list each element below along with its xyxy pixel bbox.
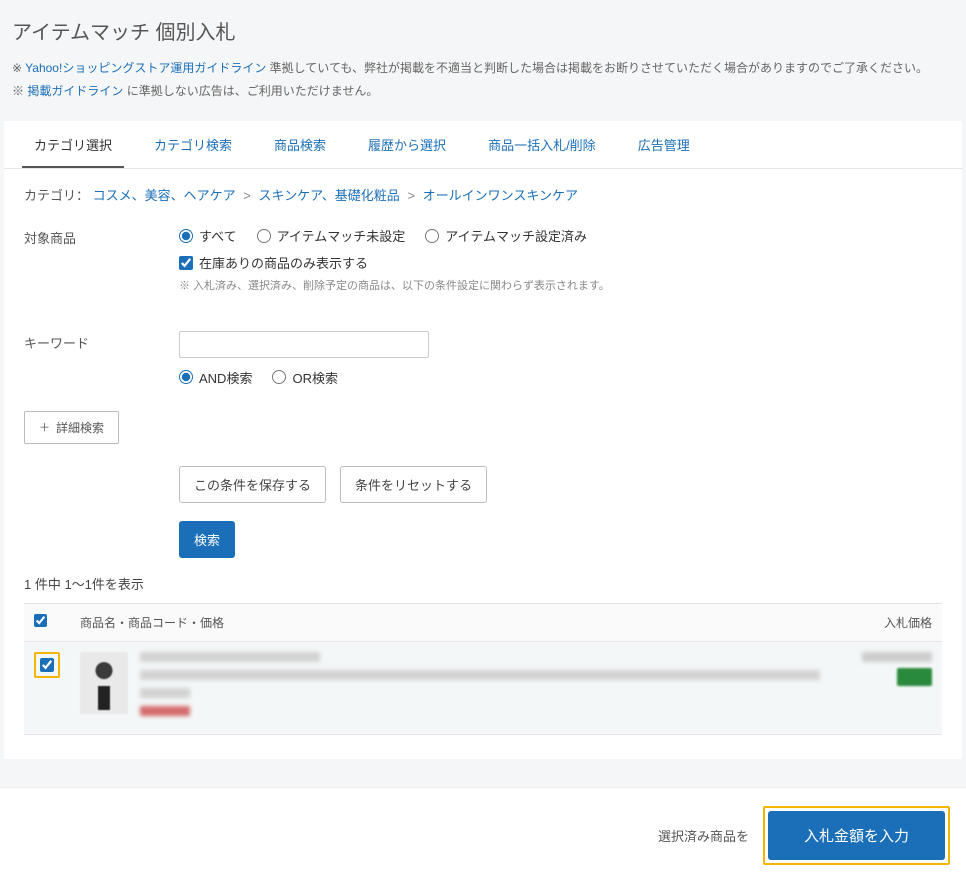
search-button[interactable]: 検索 xyxy=(179,521,235,558)
col-price-header: 入札価格 xyxy=(842,603,942,641)
blurred-text xyxy=(140,688,190,698)
radio-set[interactable]: アイテムマッチ設定済み xyxy=(425,226,587,245)
row-checkbox[interactable] xyxy=(40,658,54,672)
row-checkbox-highlight xyxy=(34,652,60,678)
checkbox-stock-only-label: 在庫ありの商品のみ表示する xyxy=(199,253,368,272)
breadcrumb-link-1[interactable]: スキンケア、基礎化粧品 xyxy=(259,188,400,203)
breadcrumb-sep: > xyxy=(407,188,415,203)
breadcrumb-sep: > xyxy=(243,188,251,203)
page-title: アイテムマッチ 個別入札 xyxy=(12,16,954,45)
breadcrumb-link-0[interactable]: コスメ、美容、ヘアケア xyxy=(93,188,236,203)
radio-unset[interactable]: アイテムマッチ未設定 xyxy=(257,226,406,245)
product-image xyxy=(80,652,128,714)
blurred-text xyxy=(140,706,190,716)
guideline-link-1[interactable]: Yahoo!ショッピングストア運用ガイドライン xyxy=(25,61,266,75)
notice-1: ※ Yahoo!ショッピングストア運用ガイドライン 準拠していても、弊社が掲載を… xyxy=(12,59,954,76)
blurred-text xyxy=(140,652,320,662)
checkbox-stock-only[interactable]: 在庫ありの商品のみ表示する xyxy=(179,253,368,272)
breadcrumb-label: カテゴリ： xyxy=(24,188,89,203)
save-condition-button[interactable]: この条件を保存する xyxy=(179,466,326,503)
breadcrumb-link-2[interactable]: オールインワンスキンケア xyxy=(423,188,578,203)
target-label: 対象商品 xyxy=(24,226,179,247)
table-row xyxy=(24,641,942,734)
tab-bulk[interactable]: 商品一括入札/削除 xyxy=(476,121,608,168)
footer-bar: 選択済み商品を 入札金額を入力 xyxy=(0,787,966,883)
plus-icon: ＋ xyxy=(39,419,50,435)
notice-suffix: に準拠しない広告は、ご利用いただけません。 xyxy=(123,84,378,98)
tab-history[interactable]: 履歴から選択 xyxy=(356,121,458,168)
guideline-link-2[interactable]: 掲載ガイドライン xyxy=(27,84,123,98)
results-table: 商品名・商品コード・価格 入札価格 xyxy=(24,603,942,735)
keyword-label: キーワード xyxy=(24,331,179,352)
keyword-input[interactable] xyxy=(179,331,429,358)
tab-category-select[interactable]: カテゴリ選択 xyxy=(22,121,124,168)
col-check-header xyxy=(24,603,70,641)
tab-bar: カテゴリ選択 カテゴリ検索 商品検索 履歴から選択 商品一括入札/削除 広告管理 xyxy=(4,121,962,169)
blurred-text xyxy=(140,670,820,680)
tab-category-search[interactable]: カテゴリ検索 xyxy=(142,121,244,168)
status-badge xyxy=(897,668,932,686)
notice-prefix: ※ xyxy=(12,84,27,98)
reset-condition-button[interactable]: 条件をリセットする xyxy=(340,466,487,503)
content-card: カテゴリ選択 カテゴリ検索 商品検索 履歴から選択 商品一括入札/削除 広告管理… xyxy=(4,121,962,759)
radio-and[interactable]: AND検索 xyxy=(179,368,252,387)
result-count: 1 件中 1〜1件を表示 xyxy=(4,558,962,603)
tab-ad-manage[interactable]: 広告管理 xyxy=(626,121,702,168)
advanced-search-button[interactable]: ＋ 詳細検索 xyxy=(24,411,119,444)
notice-prefix: ※ xyxy=(12,61,25,75)
tab-product-search[interactable]: 商品検索 xyxy=(262,121,338,168)
advanced-search-label: 詳細検索 xyxy=(56,419,104,436)
footer-label: 選択済み商品を xyxy=(658,826,749,845)
notice-suffix: 準拠していても、弊社が掲載を不適当と判断した場合は掲載をお断りさせていただく場合… xyxy=(266,61,928,75)
radio-unset-label: アイテムマッチ未設定 xyxy=(277,226,406,245)
radio-all[interactable]: すべて xyxy=(179,226,237,245)
radio-set-label: アイテムマッチ設定済み xyxy=(445,226,587,245)
col-product-header: 商品名・商品コード・価格 xyxy=(70,603,842,641)
radio-and-label: AND検索 xyxy=(199,368,252,387)
notice-2: ※ 掲載ガイドライン に準拠しない広告は、ご利用いただけません。 xyxy=(12,82,954,99)
radio-or-label: OR検索 xyxy=(292,368,338,387)
select-all-checkbox[interactable] xyxy=(34,614,47,627)
helper-text: ※ 入札済み、選択済み、削除予定の商品は、以下の条件設定に関わらず表示されます。 xyxy=(179,277,942,293)
breadcrumb: カテゴリ： コスメ、美容、ヘアケア > スキンケア、基礎化粧品 > オールインワ… xyxy=(4,169,962,220)
radio-all-label: すべて xyxy=(199,226,237,245)
footer-button-highlight: 入札金額を入力 xyxy=(763,806,950,865)
enter-bid-button[interactable]: 入札金額を入力 xyxy=(768,811,945,860)
radio-or[interactable]: OR検索 xyxy=(272,368,338,387)
blurred-price xyxy=(862,652,932,662)
